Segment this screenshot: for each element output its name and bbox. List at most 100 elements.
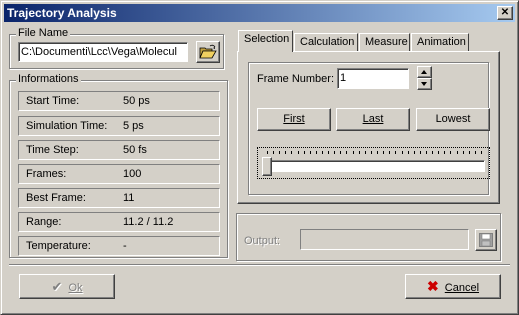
frame-slider[interactable] [257,147,490,179]
slider-tick [408,151,409,154]
save-output-button[interactable] [475,229,497,251]
tab-selection-label: Selection [244,33,290,45]
ok-button[interactable]: ✔ Ok [19,274,115,299]
frame-number-label: Frame Number: [257,73,335,85]
slider-tick [444,151,445,154]
info-row-start-time: Start Time: 50 ps [18,91,220,111]
tab-animation-label: Animation [417,36,466,48]
slider-tick [273,151,274,154]
first-button[interactable]: First [257,108,331,131]
last-button[interactable]: Last [336,108,410,131]
start-time-value: 50 ps [123,95,150,107]
floppy-disk-icon [479,233,493,247]
slider-tick [426,151,427,154]
slider-tick [365,151,366,154]
slider-tick [340,151,341,154]
info-row-temperature: Temperature: - [18,236,220,256]
slider-tick [334,151,335,154]
tab-measure[interactable]: Measure [359,33,410,52]
window-title: Trajectory Analysis [7,6,117,20]
slider-tick [353,151,354,154]
info-row-frames: Frames: 100 [18,164,220,184]
info-row-best-frame: Best Frame: 11 [18,188,220,208]
tab-selection[interactable]: Selection [238,30,293,52]
spin-up-icon [421,70,427,74]
frame-number-spin-up[interactable] [417,66,432,78]
slider-tick [469,151,470,154]
slider-tick [328,151,329,154]
slider-tick [402,151,403,154]
info-row-range: Range: 11.2 / 11.2 [18,212,220,232]
slider-tick [291,151,292,154]
slider-tick [371,151,372,154]
slider-track [262,160,485,172]
slider-tick [475,151,476,154]
simulation-time-value: 5 ps [123,120,144,132]
info-row-simulation-time: Simulation Time: 5 ps [18,116,220,136]
informations-group: Informations Start Time: 50 ps Simulatio… [9,73,228,258]
slider-tick [377,151,378,154]
frames-label: Frames: [26,168,67,180]
frame-number-spin-down[interactable] [417,78,432,90]
informations-group-label: Informations [16,73,81,85]
title-bar[interactable]: Trajectory Analysis ✕ [4,4,515,22]
tab-calculation-label: Calculation [300,36,355,48]
cancel-button[interactable]: ✖ Cancel [405,274,501,299]
slider-tick [438,151,439,154]
slider-tick [395,151,396,154]
file-path-value: C:\Documenti\Lcc\Vega\Molecul [21,46,177,58]
cancel-x-icon: ✖ [426,278,439,294]
slider-tick [481,151,482,154]
slider-thumb[interactable] [262,157,272,176]
range-value: 11.2 / 11.2 [123,216,174,228]
range-label: Range: [26,216,62,228]
slider-tick [279,151,280,154]
slider-tick [414,151,415,154]
slider-tick [359,151,360,154]
first-button-label: First [283,113,305,125]
trajectory-analysis-window: Trajectory Analysis ✕ File Name C:\Docum… [0,0,519,315]
output-field[interactable] [300,229,469,250]
checkmark-icon: ✔ [51,279,63,294]
slider-tick [285,151,286,154]
ok-button-label: Ok [68,282,83,294]
slider-tick [420,151,421,154]
frame-number-value: 1 [340,72,347,84]
info-row-time-step: Time Step: 50 fs [18,140,220,160]
file-path-field[interactable]: C:\Documenti\Lcc\Vega\Molecul [18,42,188,62]
close-icon: ✕ [500,7,510,18]
file-name-group-label: File Name [16,27,71,39]
footer-divider [9,264,510,266]
tab-animation[interactable]: Animation [411,33,469,52]
simulation-time-label: Simulation Time: [26,120,108,132]
best-frame-label: Best Frame: [26,192,86,204]
slider-tick [304,151,305,154]
spin-down-icon [421,82,427,86]
last-button-label: Last [362,113,384,125]
lowest-button-label: Lowest [435,113,471,125]
time-step-label: Time Step: [26,144,79,156]
slider-tick [298,151,299,154]
slider-tick [450,151,451,154]
slider-tick [316,151,317,154]
start-time-label: Start Time: [26,95,80,107]
tab-calculation[interactable]: Calculation [294,33,358,52]
open-file-button[interactable] [196,41,220,63]
slider-tick [267,151,268,154]
slider-tick [346,151,347,154]
time-step-value: 50 fs [123,144,147,156]
close-button[interactable]: ✕ [497,6,513,20]
slider-tick [310,151,311,154]
frame-number-input[interactable]: 1 [337,68,409,89]
frames-value: 100 [123,168,142,180]
temperature-label: Temperature: [26,240,91,252]
slider-tick [383,151,384,154]
lowest-button[interactable]: Lowest [416,108,490,131]
slider-tick [389,151,390,154]
slider-tick [457,151,458,154]
open-folder-icon [199,44,217,59]
slider-tick [463,151,464,154]
output-label: Output: [244,235,281,247]
temperature-value: - [123,240,127,252]
best-frame-value: 11 [123,192,135,204]
